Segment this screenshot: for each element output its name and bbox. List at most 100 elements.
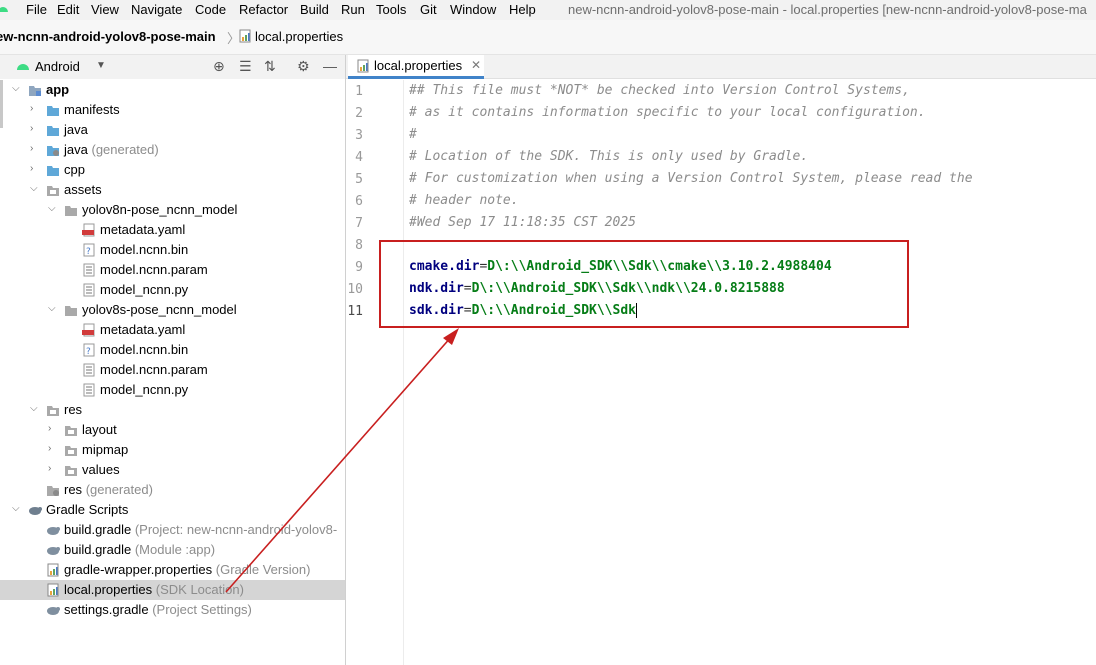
hide-icon[interactable]: — [323, 58, 337, 74]
line-number: 1 [355, 84, 363, 99]
code-comment-line: # Location of the SDK. This is only used… [409, 149, 809, 164]
unknown-file-icon: ? [83, 243, 95, 257]
annotation-highlight-box [379, 240, 909, 328]
close-icon[interactable]: ✕ [471, 58, 481, 72]
menu-view[interactable]: View [91, 2, 119, 17]
menu-run[interactable]: Run [341, 2, 365, 17]
tree-label: model.ncnn.bin [100, 242, 189, 257]
tree-item-local-properties[interactable]: local.properties (SDK Location) [0, 580, 345, 600]
tree-item-layout[interactable]: › layout [0, 420, 345, 440]
folder-icon [65, 306, 77, 316]
tree-label: build.gradle (Project: new-ncnn-android-… [64, 522, 338, 537]
tree-label: local.properties (SDK Location) [64, 582, 244, 597]
menu-build[interactable]: Build [300, 2, 329, 17]
tree-item-model-bin[interactable]: ? model.ncnn.bin [0, 340, 345, 360]
menu-bar: File Edit View Navigate Code Refactor Bu… [0, 0, 1096, 20]
gradle-elephant-icon [47, 527, 60, 535]
chevron-down-icon[interactable]: ⌵ [48, 303, 56, 314]
chevron-right-icon[interactable]: › [48, 463, 51, 474]
collapse-all-icon[interactable]: ⇅ [264, 58, 276, 75]
tree-item-res[interactable]: ⌵ res [0, 400, 345, 420]
breadcrumb-file[interactable]: local.properties [255, 29, 343, 44]
tree-item-manifests[interactable]: › manifests [0, 100, 345, 120]
tree-item-yolov8s-model[interactable]: ⌵ yolov8s-pose_ncnn_model [0, 300, 345, 320]
tree-item-cpp[interactable]: › cpp [0, 160, 345, 180]
line-number: 2 [355, 106, 363, 121]
expand-all-icon[interactable]: ☰ [239, 58, 252, 75]
code-comment-line: #Wed Sep 17 11:18:35 CST 2025 [409, 215, 636, 230]
tree-item-settings-gradle[interactable]: settings.gradle (Project Settings) [0, 600, 345, 620]
tree-item-model-bin[interactable]: ? model.ncnn.bin [0, 240, 345, 260]
chevron-down-icon[interactable]: ▼ [96, 60, 106, 71]
unknown-file-icon: ? [83, 343, 95, 357]
yaml-file-icon [82, 223, 95, 237]
menu-window[interactable]: Window [450, 2, 496, 17]
tree-item-model-py[interactable]: model_ncnn.py [0, 280, 345, 300]
chevron-right-icon[interactable]: › [48, 443, 51, 454]
tree-item-assets[interactable]: ⌵ assets [0, 180, 345, 200]
breadcrumb: ew-ncnn-android-yolov8-pose-main 〉 local… [0, 20, 1096, 55]
text-file-icon [83, 383, 95, 397]
menu-file[interactable]: File [26, 2, 47, 17]
menu-navigate[interactable]: Navigate [131, 2, 182, 17]
tree-item-java[interactable]: › java [0, 120, 345, 140]
resource-folder-icon [47, 186, 59, 196]
tree-item-model-param[interactable]: model.ncnn.param [0, 260, 345, 280]
breadcrumb-project[interactable]: ew-ncnn-android-yolov8-pose-main [0, 29, 216, 44]
folder-icon [47, 106, 59, 116]
tree-item-model-py[interactable]: model_ncnn.py [0, 380, 345, 400]
locate-icon[interactable]: ⊕ [213, 58, 225, 75]
tree-label: model.ncnn.param [100, 362, 208, 377]
chevron-right-icon[interactable]: › [30, 123, 33, 134]
chevron-right-icon[interactable]: › [30, 143, 33, 154]
tree-label: java [64, 122, 88, 137]
text-file-icon [83, 363, 95, 377]
tree-item-mipmap[interactable]: › mipmap [0, 440, 345, 460]
chevron-down-icon[interactable]: ⌵ [12, 83, 20, 94]
tree-label: java (generated) [64, 142, 159, 157]
tree-item-build-gradle-module[interactable]: build.gradle (Module :app) [0, 540, 345, 560]
chevron-down-icon[interactable]: ⌵ [48, 203, 56, 214]
tree-item-build-gradle-project[interactable]: build.gradle (Project: new-ncnn-android-… [0, 520, 345, 540]
chevron-down-icon[interactable]: ⌵ [30, 403, 38, 414]
tree-item-gradle-wrapper-properties[interactable]: gradle-wrapper.properties (Gradle Versio… [0, 560, 345, 580]
tree-label: build.gradle (Module :app) [64, 542, 216, 557]
tab-local-properties[interactable]: local.properties ✕ [348, 55, 484, 79]
gradle-elephant-icon [47, 547, 60, 555]
menu-edit[interactable]: Edit [57, 2, 79, 17]
chevron-down-icon[interactable]: ⌵ [12, 503, 20, 514]
tree-label: settings.gradle (Project Settings) [64, 602, 252, 617]
tree-item-values[interactable]: › values [0, 460, 345, 480]
chevron-right-icon[interactable]: › [30, 103, 33, 114]
menu-tools[interactable]: Tools [376, 2, 406, 17]
tree-item-app[interactable]: ⌵ app [0, 80, 345, 100]
tree-item-gradle-scripts[interactable]: ⌵ Gradle Scripts [0, 500, 345, 520]
tree-item-metadata-yaml[interactable]: metadata.yaml [0, 220, 345, 240]
chevron-right-icon[interactable]: › [30, 163, 33, 174]
editor-tabs: local.properties ✕ [346, 55, 1096, 79]
android-icon [17, 64, 29, 70]
code-editor[interactable]: ## This file must *NOT* be checked into … [409, 80, 1089, 665]
chevron-down-icon[interactable]: ⌵ [30, 183, 38, 194]
tree-item-java-generated[interactable]: › java (generated) [0, 140, 345, 160]
code-comment-line: # [409, 127, 417, 142]
tree-label: cpp [64, 162, 85, 177]
menu-help[interactable]: Help [509, 2, 536, 17]
menu-git[interactable]: Git [420, 2, 437, 17]
tree-item-model-param[interactable]: model.ncnn.param [0, 360, 345, 380]
gear-icon[interactable]: ⚙ [297, 58, 310, 75]
line-number-gutter: 1 2 3 4 5 6 7 8 9 10 11 [346, 80, 404, 665]
tree-item-yolov8n-model[interactable]: ⌵ yolov8n-pose_ncnn_model [0, 200, 345, 220]
svg-text:?: ? [86, 347, 91, 357]
tree-label: manifests [64, 102, 120, 117]
project-view-selector[interactable]: Android [35, 59, 80, 74]
generated-folder-icon [47, 146, 59, 156]
tree-label: res [64, 402, 83, 417]
menu-refactor[interactable]: Refactor [239, 2, 288, 17]
chevron-right-icon[interactable]: › [48, 423, 51, 434]
menu-code[interactable]: Code [195, 2, 226, 17]
tree-item-metadata-yaml[interactable]: metadata.yaml [0, 320, 345, 340]
yaml-file-icon [82, 323, 95, 337]
properties-file-icon [357, 59, 369, 73]
tree-item-res-generated[interactable]: res (generated) [0, 480, 345, 500]
